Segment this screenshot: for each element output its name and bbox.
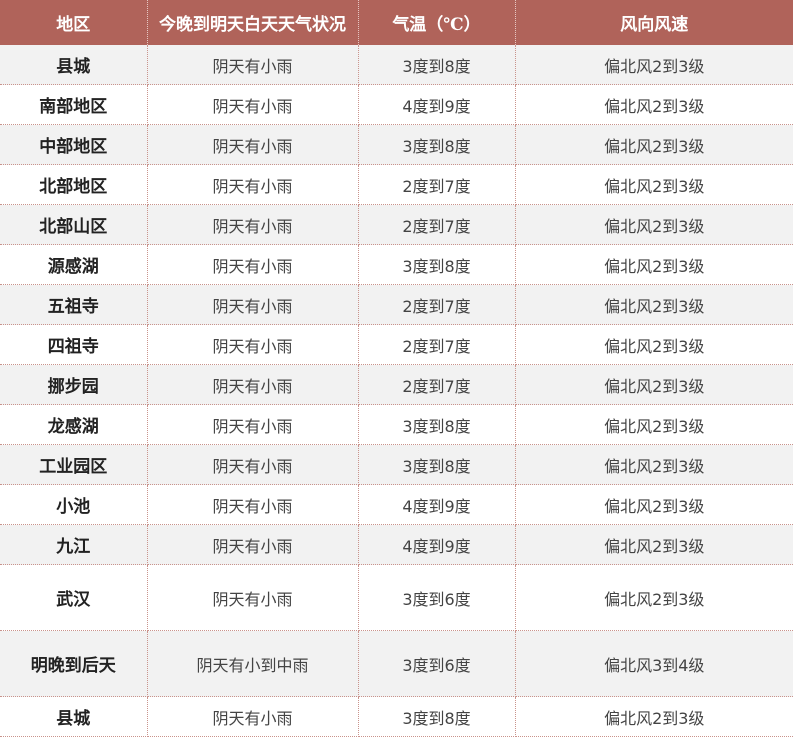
wind-cell: 偏北风2到3级	[515, 564, 793, 631]
region-cell: 五祖寺	[0, 284, 148, 325]
table-row: 北部山区 阴天有小雨 2度到7度 偏北风2到3级	[0, 204, 793, 245]
region-cell: 武汉	[0, 564, 148, 631]
table-row: 四祖寺 阴天有小雨 2度到7度 偏北风2到3级	[0, 324, 793, 365]
weather-cell: 阴天有小雨	[147, 164, 359, 205]
wind-cell: 偏北风2到3级	[515, 364, 793, 405]
weather-cell: 阴天有小雨	[147, 284, 359, 325]
temperature-cell: 3度到8度	[358, 696, 516, 737]
wind-cell: 偏北风2到3级	[515, 164, 793, 205]
wind-cell: 偏北风2到3级	[515, 324, 793, 365]
temperature-cell: 2度到7度	[358, 164, 516, 205]
weather-cell: 阴天有小雨	[147, 696, 359, 737]
weather-cell: 阴天有小到中雨	[147, 630, 359, 697]
temperature-cell: 3度到8度	[358, 244, 516, 285]
header-region: 地区	[0, 0, 148, 45]
region-cell: 挪步园	[0, 364, 148, 405]
wind-cell: 偏北风2到3级	[515, 204, 793, 245]
table-row: 九江 阴天有小雨 4度到9度 偏北风2到3级	[0, 524, 793, 565]
wind-cell: 偏北风2到3级	[515, 84, 793, 125]
region-cell: 南部地区	[0, 84, 148, 125]
weather-forecast-table: 地区 今晚到明天白天天气状况 气温（℃） 风向风速 县城 阴天有小雨 3度到8度…	[0, 0, 793, 737]
header-weather: 今晚到明天白天天气状况	[147, 0, 359, 45]
wind-cell: 偏北风2到3级	[515, 524, 793, 565]
temperature-cell: 4度到9度	[358, 524, 516, 565]
table-row: 县城 阴天有小雨 3度到8度 偏北风2到3级	[0, 45, 793, 85]
wind-cell: 偏北风3到4级	[515, 630, 793, 697]
weather-cell: 阴天有小雨	[147, 444, 359, 485]
weather-cell: 阴天有小雨	[147, 364, 359, 405]
table-row: 工业园区 阴天有小雨 3度到8度 偏北风2到3级	[0, 444, 793, 485]
region-cell: 北部地区	[0, 164, 148, 205]
temperature-cell: 2度到7度	[358, 364, 516, 405]
region-cell: 龙感湖	[0, 404, 148, 445]
wind-cell: 偏北风2到3级	[515, 444, 793, 485]
region-cell: 县城	[0, 696, 148, 737]
table-row: 中部地区 阴天有小雨 3度到8度 偏北风2到3级	[0, 124, 793, 165]
weather-cell: 阴天有小雨	[147, 524, 359, 565]
temperature-cell: 2度到7度	[358, 324, 516, 365]
table-row: 五祖寺 阴天有小雨 2度到7度 偏北风2到3级	[0, 284, 793, 325]
temperature-cell: 2度到7度	[358, 284, 516, 325]
weather-cell: 阴天有小雨	[147, 324, 359, 365]
table-row: 北部地区 阴天有小雨 2度到7度 偏北风2到3级	[0, 164, 793, 205]
region-cell: 源感湖	[0, 244, 148, 285]
wind-cell: 偏北风2到3级	[515, 244, 793, 285]
table-row: 南部地区 阴天有小雨 4度到9度 偏北风2到3级	[0, 84, 793, 125]
region-cell: 四祖寺	[0, 324, 148, 365]
weather-cell: 阴天有小雨	[147, 204, 359, 245]
table-row: 小池 阴天有小雨 4度到9度 偏北风2到3级	[0, 484, 793, 525]
wind-cell: 偏北风2到3级	[515, 696, 793, 737]
table-row: 挪步园 阴天有小雨 2度到7度 偏北风2到3级	[0, 364, 793, 405]
table-row: 龙感湖 阴天有小雨 3度到8度 偏北风2到3级	[0, 404, 793, 445]
table-body: 县城 阴天有小雨 3度到8度 偏北风2到3级 南部地区 阴天有小雨 4度到9度 …	[0, 45, 793, 737]
region-cell: 县城	[0, 45, 148, 85]
weather-cell: 阴天有小雨	[147, 124, 359, 165]
region-cell: 中部地区	[0, 124, 148, 165]
temperature-cell: 3度到8度	[358, 404, 516, 445]
region-cell: 九江	[0, 524, 148, 565]
weather-cell: 阴天有小雨	[147, 404, 359, 445]
header-wind: 风向风速	[515, 0, 793, 45]
temperature-cell: 3度到8度	[358, 45, 516, 85]
temperature-cell: 3度到6度	[358, 630, 516, 697]
region-cell: 工业园区	[0, 444, 148, 485]
weather-cell: 阴天有小雨	[147, 484, 359, 525]
table-row: 武汉 阴天有小雨 3度到6度 偏北风2到3级	[0, 564, 793, 631]
wind-cell: 偏北风2到3级	[515, 404, 793, 445]
wind-cell: 偏北风2到3级	[515, 124, 793, 165]
weather-cell: 阴天有小雨	[147, 84, 359, 125]
temperature-cell: 3度到6度	[358, 564, 516, 631]
table-row: 县城 阴天有小雨 3度到8度 偏北风2到3级	[0, 696, 793, 737]
weather-cell: 阴天有小雨	[147, 244, 359, 285]
temperature-cell: 3度到8度	[358, 444, 516, 485]
wind-cell: 偏北风2到3级	[515, 45, 793, 85]
temperature-cell: 4度到9度	[358, 84, 516, 125]
temperature-cell: 2度到7度	[358, 204, 516, 245]
wind-cell: 偏北风2到3级	[515, 284, 793, 325]
table-row: 源感湖 阴天有小雨 3度到8度 偏北风2到3级	[0, 244, 793, 285]
weather-cell: 阴天有小雨	[147, 564, 359, 631]
weather-cell: 阴天有小雨	[147, 45, 359, 85]
region-cell: 北部山区	[0, 204, 148, 245]
temperature-cell: 4度到9度	[358, 484, 516, 525]
table-header: 地区 今晚到明天白天天气状况 气温（℃） 风向风速	[0, 0, 793, 45]
wind-cell: 偏北风2到3级	[515, 484, 793, 525]
header-temperature: 气温（℃）	[358, 0, 516, 45]
region-cell: 小池	[0, 484, 148, 525]
temperature-cell: 3度到8度	[358, 124, 516, 165]
header-row: 地区 今晚到明天白天天气状况 气温（℃） 风向风速	[0, 0, 793, 45]
region-cell: 明晚到后天	[0, 630, 148, 697]
table-row: 明晚到后天 阴天有小到中雨 3度到6度 偏北风3到4级	[0, 630, 793, 697]
